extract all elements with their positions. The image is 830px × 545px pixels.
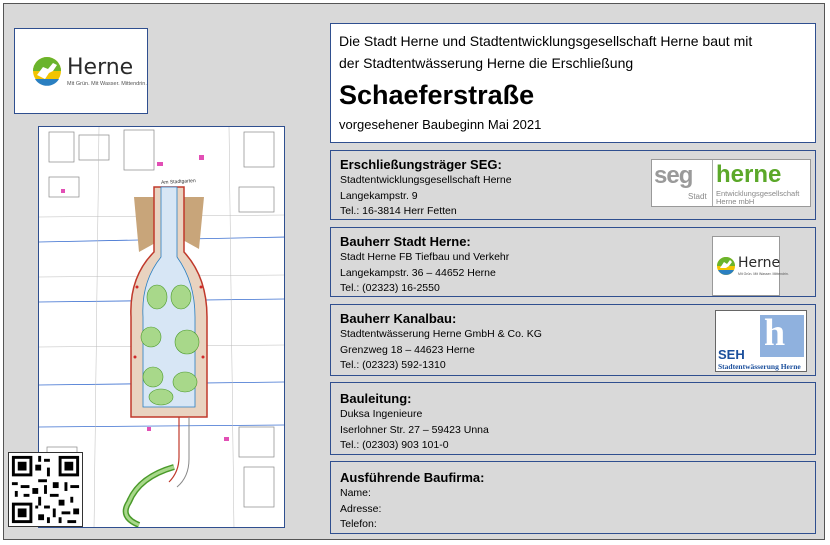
project-title: Schaeferstraße (339, 80, 535, 110)
block-line: Name: (340, 487, 371, 499)
info-block-kanalbau: Bauherr Kanalbau: Stadtentwässerung Hern… (330, 304, 816, 376)
block-line: Tel.: (02303) 903 101-0 (340, 439, 449, 451)
info-block-baufirma: Ausführende Baufirma: Name: Adresse: Tel… (330, 461, 816, 534)
qr-code-icon (9, 453, 82, 526)
info-block-bauleitung: Bauleitung: Duksa Ingenieure Iserlohner … (330, 382, 816, 455)
block-line: Iserlohner Str. 27 – 59423 Unna (340, 423, 489, 436)
seg-logo-stadt: Stadt (688, 192, 707, 201)
block-line: Adresse: (340, 502, 382, 515)
seg-logo-divider (712, 160, 713, 206)
qr-code[interactable] (8, 452, 83, 527)
seg-logo-desc2: Herne mbH (716, 197, 755, 206)
project-start-date: vorgesehener Baubeginn Mai 2021 (339, 117, 542, 132)
info-block-stadt-herne: Bauherr Stadt Herne: Stadt Herne FB Tief… (330, 227, 816, 297)
intro-line-2: der Stadtentwässerung Herne die Erschlie… (339, 55, 634, 71)
herne-logo-box: Herne Mit Grün. Mit Wasser. Mittendrin. (14, 28, 148, 114)
block-heading: Bauleitung: (340, 391, 412, 406)
seg-herne-logo: seg Stadt herne Entwicklungsgesellschaft… (651, 159, 811, 207)
seh-logo-glyph: h (764, 312, 786, 354)
herne-logo-word: Herne (738, 255, 781, 271)
block-line: Duksa Ingenieure (340, 408, 423, 420)
seh-logo: h SEH Stadtentwässerung Herne (715, 310, 807, 372)
herne-logo-small: Herne Mit Grün. Mit Wasser. Mittendrin. (712, 236, 789, 296)
block-heading: Ausführende Baufirma: (340, 470, 485, 485)
intro-line-1: Die Stadt Herne und Stadtentwicklungsges… (339, 33, 753, 49)
block-line: Telefon: (340, 518, 377, 530)
seg-logo-seg: seg (654, 162, 693, 189)
project-header: Die Stadt Herne und Stadtentwicklungsges… (330, 23, 816, 143)
herne-logo-tagline: Mit Grün. Mit Wasser. Mittendrin. (67, 81, 147, 87)
herne-logo-word: Herne (67, 55, 134, 80)
seh-logo-letters: SEH (718, 347, 745, 362)
seg-logo-herne: herne (716, 161, 782, 188)
info-block-seg: Erschließungsträger SEG: Stadtentwicklun… (330, 150, 816, 220)
herne-logo-tagline: Mit Grün. Mit Wasser. Mittendrin. (738, 272, 789, 276)
seh-logo-text: Stadtentwässerung Herne (718, 362, 801, 371)
